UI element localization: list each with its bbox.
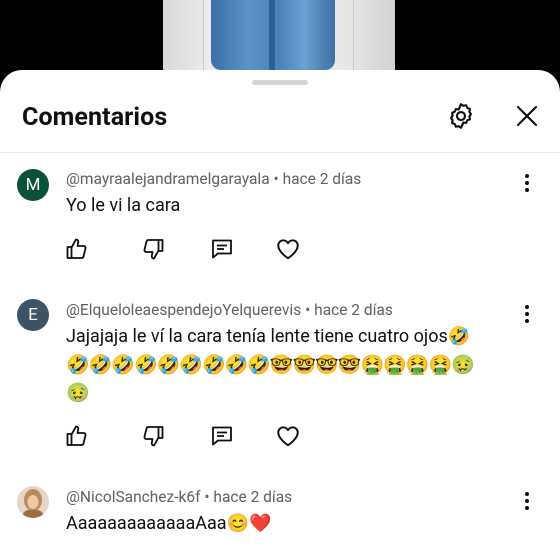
drag-handle[interactable] [252, 80, 308, 85]
comment-meta: @NicolSanchez-k6f • hace 2 días [66, 488, 292, 506]
more-options-button[interactable] [520, 172, 534, 194]
comment-item: E @ElqueloleaespendejoYelquerevis • hace… [0, 298, 560, 468]
comment-author[interactable]: @ElqueloleaespendejoYelquerevis [66, 301, 301, 319]
comment-line: Yo le vi la cara [66, 195, 181, 216]
avatar[interactable] [17, 486, 49, 518]
like-button[interactable] [62, 421, 92, 451]
video-subject [211, 0, 335, 70]
comment-line: AaaaaaaaaaaaaAaa😊❤️ [66, 513, 272, 534]
comment-meta: @mayraalejandramelgarayala • hace 2 días [66, 170, 361, 188]
comment-time: hace 2 días [314, 301, 393, 319]
reply-icon [212, 239, 232, 259]
comment-author[interactable]: @NicolSanchez-k6f [66, 488, 200, 506]
avatar[interactable]: M [17, 169, 49, 201]
comment-time: hace 2 días [282, 170, 362, 188]
close-button[interactable] [509, 98, 545, 134]
comment-text: Yo le vi la cara [66, 192, 506, 220]
heart-icon [277, 239, 299, 260]
header-divider [0, 152, 560, 153]
thumbs-up-icon [66, 425, 87, 446]
comment-item: M @mayraalejandramelgarayala • hace 2 dí… [0, 167, 560, 277]
more-options-button[interactable] [520, 303, 534, 325]
comment-line: Jajajaja le ví la cara tenía lente tiene… [66, 326, 471, 347]
more-vertical-icon [525, 174, 529, 192]
meta-separator: • [273, 170, 279, 188]
meta-separator: • [204, 488, 210, 506]
comment-author[interactable]: @mayraalejandramelgarayala [66, 170, 270, 188]
close-icon [516, 105, 538, 127]
avatar-photo [17, 486, 49, 518]
comments-sheet: Comentarios M @mayraalejandramelgarayala… [0, 70, 560, 560]
heart-button[interactable] [273, 234, 303, 264]
reply-button[interactable] [207, 234, 237, 264]
reply-icon [212, 426, 232, 446]
sheet-title: Comentarios [22, 103, 168, 132]
comment-line: 🤣🤣🤣🤣🤣🤣🤣🤣🤣🤓🤓🤓🤓🤮🤮🤮🤮🤢 [66, 353, 475, 376]
more-vertical-icon [525, 492, 529, 510]
thumbs-down-icon [143, 239, 164, 260]
comment-text: AaaaaaaaaaaaaAaa😊❤️ [66, 510, 506, 538]
comment-item: @NicolSanchez-k6f • hace 2 días Aaaaaaaa… [0, 485, 560, 560]
like-button[interactable] [62, 234, 92, 264]
heart-button[interactable] [273, 421, 303, 451]
meta-separator: • [305, 301, 311, 319]
comment-meta: @ElqueloleaespendejoYelquerevis • hace 2… [66, 301, 393, 319]
heart-icon [277, 426, 299, 447]
dislike-button[interactable] [138, 421, 168, 451]
avatar[interactable]: E [17, 299, 49, 331]
dislike-button[interactable] [138, 234, 168, 264]
gear-icon [450, 103, 472, 129]
thumbs-up-icon [66, 238, 87, 259]
comment-text: Jajajaja le ví la cara tenía lente tiene… [66, 323, 506, 407]
thumbs-down-icon [143, 426, 164, 447]
reply-button[interactable] [207, 421, 237, 451]
more-vertical-icon [525, 305, 529, 323]
comment-line: 🤢 [66, 381, 90, 404]
settings-button[interactable] [443, 98, 479, 134]
comment-time: hace 2 días [213, 488, 293, 506]
more-options-button[interactable] [520, 490, 534, 512]
